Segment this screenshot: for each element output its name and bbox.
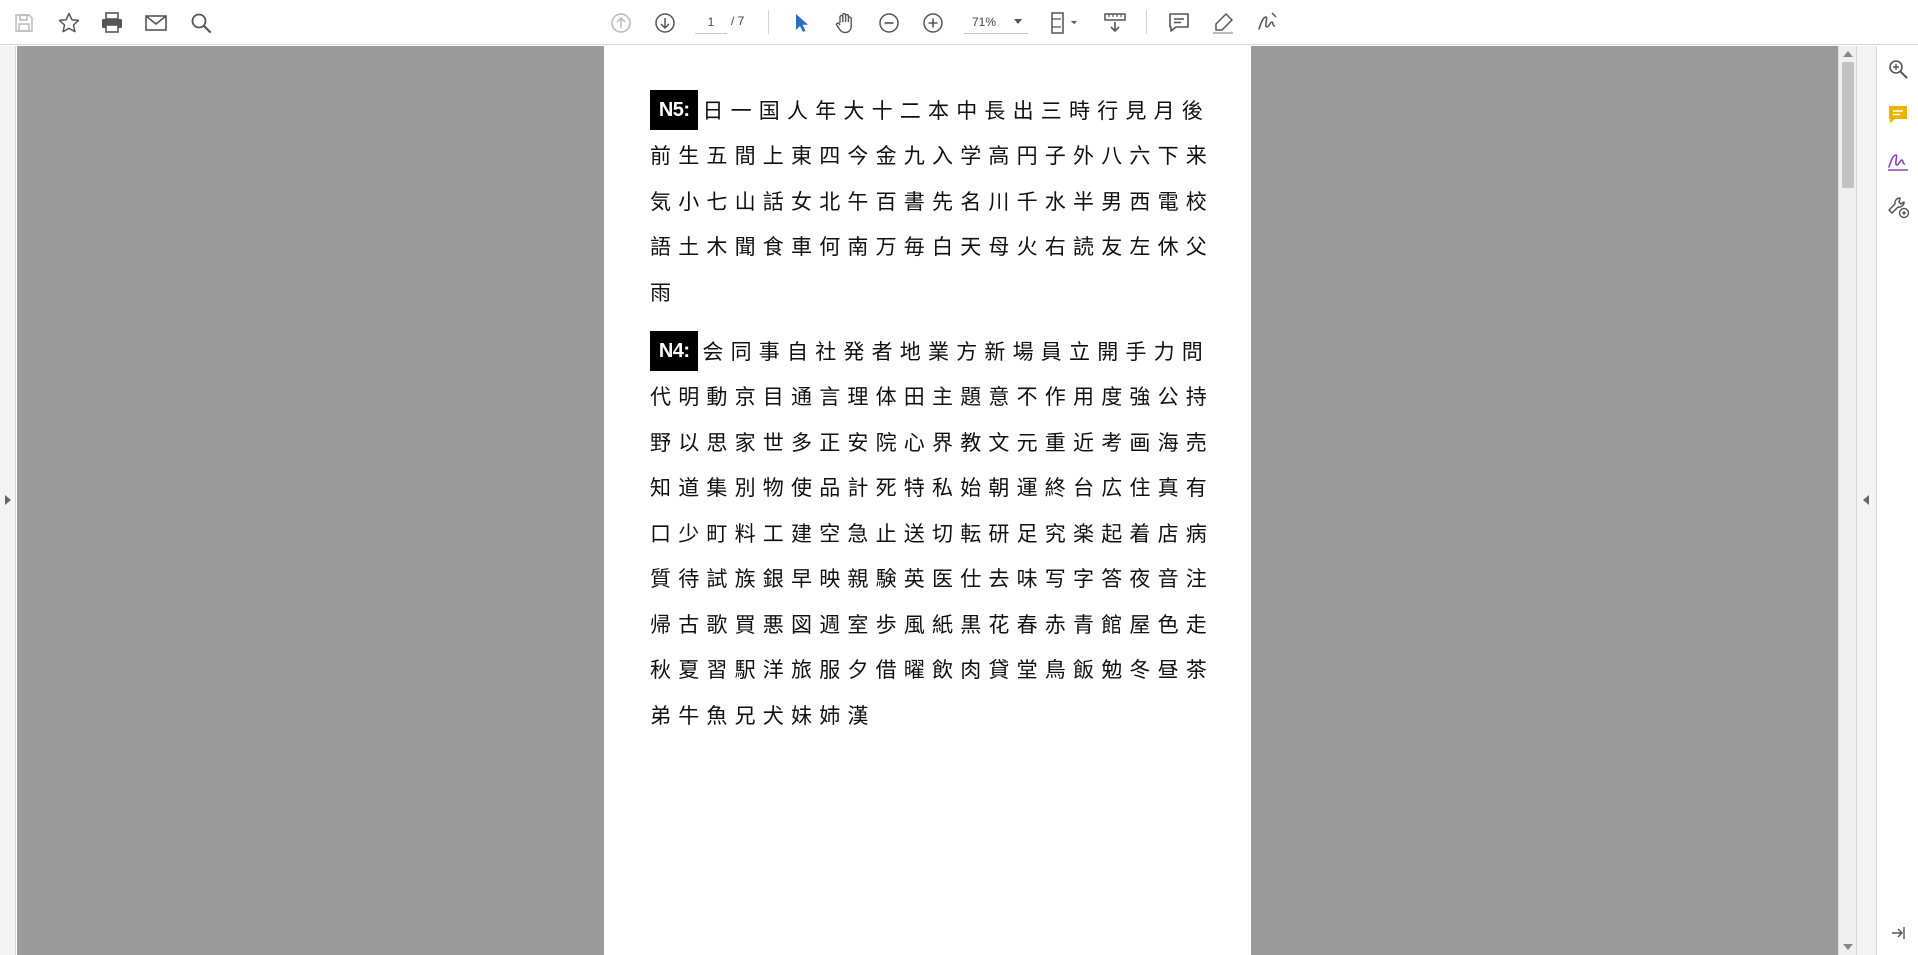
minus-circle-icon	[879, 13, 899, 33]
document-page: N5: 日一国人年大十二本中長出三時行見月後 前生五間上東四今金九入学高円子外八…	[604, 46, 1251, 955]
pen-icon	[1213, 13, 1233, 34]
sign-button[interactable]	[1252, 8, 1282, 38]
right-panel-toggle[interactable]	[1856, 46, 1876, 955]
kanji-line: 気小七山話女北午百書先名川千水半男西電校	[650, 189, 1214, 214]
cursor-arrow-icon	[796, 14, 808, 32]
save-button[interactable]	[9, 8, 39, 38]
collapse-right-icon	[1892, 927, 1905, 939]
kanji-line: 会同事自社発者地業方新場員立開手力問	[702, 339, 1210, 364]
kanji-row: 弟牛魚兄犬妹姉漢	[650, 692, 1210, 738]
kanji-line: 代明動京目通言理体田主題意不作用度強公持	[650, 385, 1214, 410]
search-button[interactable]	[186, 8, 216, 38]
tools-pane	[1876, 46, 1918, 955]
arrow-down-circle-icon	[655, 13, 675, 33]
scroll-mode-icon	[1104, 13, 1126, 33]
kanji-line: 雨	[650, 280, 679, 305]
kanji-section-n5: N5: 日一国人年大十二本中長出三時行見月後 前生五間上東四今金九入学高円子外八…	[650, 87, 1210, 315]
print-button[interactable]	[97, 8, 127, 38]
kanji-row: 野以思家世多正安院心界教文元重近考画海売	[650, 419, 1210, 465]
kanji-row: N5: 日一国人年大十二本中長出三時行見月後	[650, 87, 1210, 133]
zoom-level-select[interactable]: 71%	[964, 10, 1028, 34]
kanji-row: N4: 会同事自社発者地業方新場員立開手力問	[650, 328, 1210, 374]
email-button[interactable]	[141, 8, 171, 38]
tools-add-icon	[1888, 197, 1910, 219]
kanji-row: 語土木聞食車何南万毎白天母火右読友左休父	[650, 224, 1210, 270]
sign-icon	[1258, 12, 1277, 30]
kanji-row: 帰古歌買悪図週室歩風紙黒花春赤青館屋色走	[650, 601, 1210, 647]
comment-tool-button[interactable]	[1883, 100, 1913, 130]
kanji-line: 質待試族銀早映親験英医仕去味写字答夜音注	[650, 567, 1214, 592]
kanji-row: 前生五間上東四今金九入学高円子外八六下来	[650, 133, 1210, 179]
kanji-row: 口少町料工建空急止送切転研足究楽起着店病	[650, 510, 1210, 556]
vertical-scrollbar[interactable]	[1838, 46, 1856, 955]
highlight-button[interactable]	[1208, 8, 1238, 38]
save-icon	[15, 14, 33, 32]
select-tool-button[interactable]	[786, 8, 816, 38]
comment-icon	[1169, 13, 1189, 32]
hand-icon	[835, 12, 852, 34]
zoom-tool-button[interactable]	[1883, 54, 1913, 84]
star-icon	[58, 12, 80, 33]
main-toolbar: / 7 71%	[0, 0, 1918, 45]
kanji-line: 知道集別物使品計死特私始朝運終台広住真有	[650, 476, 1214, 501]
zoom-magnifier-icon	[1889, 60, 1908, 79]
left-panel-toggle[interactable]	[0, 46, 16, 955]
previous-page-button[interactable]	[606, 8, 636, 38]
scroll-down-icon[interactable]	[1843, 944, 1853, 950]
more-tools-button[interactable]	[1883, 192, 1913, 222]
kanji-line: 日一国人年大十二本中長出三時行見月後	[702, 98, 1210, 123]
hand-tool-button[interactable]	[830, 8, 860, 38]
scroll-mode-button[interactable]	[1100, 8, 1130, 38]
chevron-down-icon	[1014, 19, 1022, 24]
bookmark-button[interactable]	[54, 8, 84, 38]
expand-right-icon	[5, 495, 11, 505]
document-viewport[interactable]: N5: 日一国人年大十二本中長出三時行見月後 前生五間上東四今金九入学高円子外八…	[17, 46, 1838, 955]
level-badge: N5:	[650, 89, 699, 130]
collapse-left-icon	[1863, 495, 1869, 505]
kanji-row: 代明動京目通言理体田主題意不作用度強公持	[650, 374, 1210, 420]
fit-page-icon	[1051, 12, 1077, 34]
collapse-pane-button[interactable]	[1883, 918, 1913, 948]
arrow-up-circle-icon	[611, 13, 631, 33]
printer-icon	[102, 12, 122, 33]
magnifier-icon	[191, 13, 212, 34]
fill-sign-tool-button[interactable]	[1883, 146, 1913, 176]
level-badge: N4:	[650, 330, 699, 371]
fit-page-button[interactable]	[1046, 8, 1086, 38]
zoom-out-button[interactable]	[874, 8, 904, 38]
kanji-row: 質待試族銀早映親験英医仕去味写字答夜音注	[650, 556, 1210, 602]
next-page-button[interactable]	[650, 8, 680, 38]
kanji-row: 気小七山話女北午百書先名川千水半男西電校	[650, 178, 1210, 224]
envelope-icon	[145, 15, 167, 31]
kanji-line: 秋夏習駅洋旅服夕借曜飲肉貸堂鳥飯勉冬昼茶	[650, 658, 1214, 683]
kanji-row: 秋夏習駅洋旅服夕借曜飲肉貸堂鳥飯勉冬昼茶	[650, 647, 1210, 693]
zoom-in-button[interactable]	[918, 8, 948, 38]
sign-icon	[1888, 154, 1908, 171]
kanji-line: 弟牛魚兄犬妹姉漢	[650, 703, 876, 728]
kanji-line: 前生五間上東四今金九入学高円子外八六下来	[650, 144, 1214, 169]
kanji-line: 野以思家世多正安院心界教文元重近考画海売	[650, 430, 1214, 455]
kanji-row: 知道集別物使品計死特私始朝運終台広住真有	[650, 465, 1210, 511]
kanji-line: 帰古歌買悪図週室歩風紙黒花春赤青館屋色走	[650, 612, 1214, 637]
comment-button[interactable]	[1164, 8, 1194, 38]
zoom-level-value: 71%	[972, 14, 997, 29]
page-total-label: / 7	[731, 14, 745, 28]
page-number-input[interactable]	[695, 10, 727, 34]
kanji-line: 口少町料工建空急止送切転研足究楽起着店病	[650, 521, 1214, 546]
kanji-row: 雨	[650, 269, 1210, 315]
scrollbar-thumb[interactable]	[1842, 62, 1854, 188]
plus-circle-icon	[923, 13, 943, 33]
scroll-up-icon[interactable]	[1843, 51, 1853, 57]
kanji-section-n4: N4: 会同事自社発者地業方新場員立開手力問 代明動京目通言理体田主題意不作用度…	[650, 328, 1210, 738]
kanji-line: 語土木聞食車何南万毎白天母火右読友左休父	[650, 235, 1214, 260]
comment-icon	[1889, 106, 1907, 123]
toolbar-divider	[1146, 10, 1147, 34]
toolbar-divider	[768, 10, 769, 34]
